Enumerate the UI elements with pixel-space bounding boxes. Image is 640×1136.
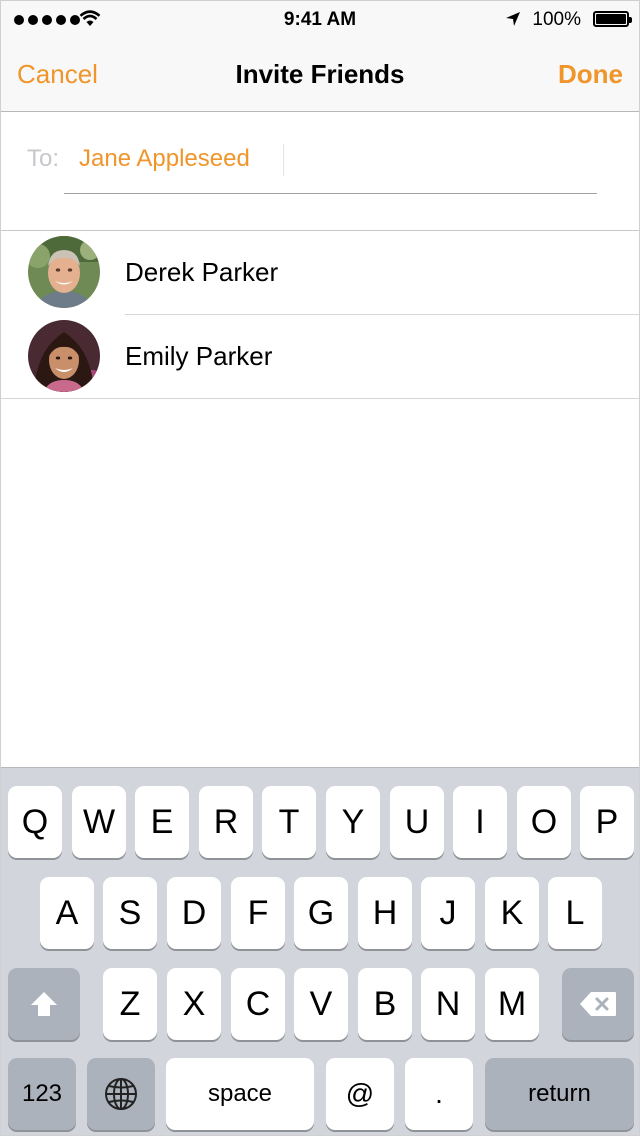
divider bbox=[1, 398, 639, 399]
navigation-bar: Cancel Invite Friends Done bbox=[1, 41, 639, 112]
key-w[interactable]: W bbox=[72, 786, 126, 858]
key-u[interactable]: U bbox=[390, 786, 444, 858]
key-g[interactable]: G bbox=[294, 877, 348, 949]
text-cursor bbox=[283, 144, 284, 176]
key-c[interactable]: C bbox=[231, 968, 285, 1040]
key-o[interactable]: O bbox=[517, 786, 571, 858]
key-m[interactable]: M bbox=[485, 968, 539, 1040]
space-key[interactable]: space bbox=[166, 1058, 314, 1130]
field-underline bbox=[64, 193, 597, 194]
shift-arrow-icon bbox=[31, 992, 57, 1016]
globe-icon bbox=[105, 1078, 137, 1110]
avatar bbox=[28, 320, 100, 392]
key-d[interactable]: D bbox=[167, 877, 221, 949]
location-arrow-icon bbox=[506, 12, 520, 26]
key-e[interactable]: E bbox=[135, 786, 189, 858]
key-v[interactable]: V bbox=[294, 968, 348, 1040]
return-key[interactable]: return bbox=[485, 1058, 634, 1130]
at-key[interactable]: @ bbox=[326, 1058, 394, 1130]
avatar bbox=[28, 236, 100, 308]
key-h[interactable]: H bbox=[358, 877, 412, 949]
cancel-button[interactable]: Cancel bbox=[17, 59, 98, 90]
recipient-field[interactable]: To: Jane Appleseed bbox=[1, 112, 639, 231]
contact-name: Emily Parker bbox=[125, 341, 273, 371]
globe-key[interactable] bbox=[87, 1058, 155, 1130]
battery-icon bbox=[593, 11, 632, 27]
contact-row[interactable]: Derek Parker bbox=[1, 231, 639, 315]
key-l[interactable]: L bbox=[548, 877, 602, 949]
key-s[interactable]: S bbox=[103, 877, 157, 949]
backspace-icon bbox=[580, 992, 616, 1016]
key-r[interactable]: R bbox=[199, 786, 253, 858]
done-button[interactable]: Done bbox=[558, 59, 623, 90]
key-p[interactable]: P bbox=[580, 786, 634, 858]
key-t[interactable]: T bbox=[262, 786, 316, 858]
keyboard: Q W E R T Y U I O P A S D F G H J K L Z … bbox=[1, 767, 639, 1135]
key-y[interactable]: Y bbox=[326, 786, 380, 858]
key-x[interactable]: X bbox=[167, 968, 221, 1040]
contact-name: Derek Parker bbox=[125, 257, 279, 287]
key-i[interactable]: I bbox=[453, 786, 507, 858]
period-key[interactable]: . bbox=[405, 1058, 473, 1130]
key-a[interactable]: A bbox=[40, 877, 94, 949]
key-q[interactable]: Q bbox=[8, 786, 62, 858]
battery-percentage: 100% bbox=[532, 9, 581, 30]
contacts-list: Derek Parker Emily Parker bbox=[1, 231, 639, 399]
key-k[interactable]: K bbox=[485, 877, 539, 949]
recipient-token[interactable]: Jane Appleseed bbox=[79, 145, 250, 173]
screen: 9:41 AM 100% Cancel Invite Friends Done … bbox=[0, 0, 640, 1136]
key-b[interactable]: B bbox=[358, 968, 412, 1040]
key-j[interactable]: J bbox=[421, 877, 475, 949]
shift-key[interactable] bbox=[8, 968, 80, 1040]
contact-row[interactable]: Emily Parker bbox=[1, 315, 639, 399]
delete-key[interactable] bbox=[562, 968, 634, 1040]
key-f[interactable]: F bbox=[231, 877, 285, 949]
status-bar: 9:41 AM 100% bbox=[1, 1, 639, 41]
numbers-key[interactable]: 123 bbox=[8, 1058, 76, 1130]
key-z[interactable]: Z bbox=[103, 968, 157, 1040]
to-label: To: bbox=[27, 145, 60, 172]
key-n[interactable]: N bbox=[421, 968, 475, 1040]
